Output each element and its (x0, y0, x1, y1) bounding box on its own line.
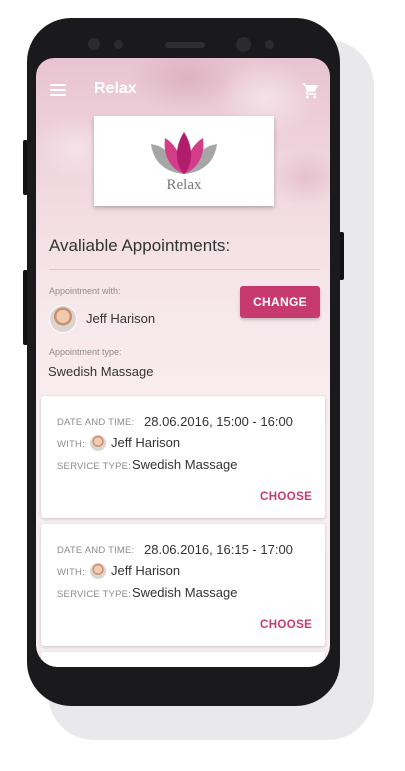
appointment-card: DATE AND TIME: 28.06.2016, 15:00 - 16:00… (41, 396, 325, 518)
date-time-value: 28.06.2016, 16:15 - 17:00 (144, 542, 293, 557)
date-time-label: DATE AND TIME: (57, 417, 135, 428)
change-button[interactable]: CHANGE (240, 286, 320, 318)
divider (49, 269, 320, 270)
avatar (89, 562, 107, 580)
choose-button[interactable]: CHOOSE (260, 491, 312, 503)
date-time-value: 28.06.2016, 15:00 - 16:00 (144, 414, 293, 429)
choose-button[interactable]: CHOOSE (260, 619, 312, 631)
device-camera (236, 37, 251, 52)
avatar (89, 434, 107, 452)
app-title: Relax (94, 80, 137, 97)
service-type-label: SERVICE TYPE: (57, 589, 132, 600)
device-speaker (165, 42, 205, 48)
device-sensor (114, 40, 123, 49)
service-type-value: Swedish Massage (132, 457, 238, 472)
with-label: WITH: (57, 439, 85, 450)
with-value: Jeff Harison (111, 563, 181, 578)
avatar (49, 305, 77, 333)
therapist-name: Jeff Harison (86, 311, 156, 326)
shopping-cart-icon[interactable] (302, 82, 320, 100)
appointment-card-partial (41, 652, 325, 667)
hamburger-menu-icon[interactable] (50, 84, 66, 96)
appointment-with-label: Appointment with: (49, 286, 121, 296)
with-label: WITH: (57, 567, 85, 578)
with-value: Jeff Harison (111, 435, 181, 450)
service-type-value: Swedish Massage (132, 585, 238, 600)
brand-logo-card: Relax (94, 116, 274, 206)
service-type-label: SERVICE TYPE: (57, 461, 132, 472)
lotus-flower-icon (151, 132, 217, 174)
app-screen: Relax Relax Avaliable Appointments: Appo… (36, 58, 330, 667)
appointment-type-value: Swedish Massage (48, 364, 154, 379)
app-bar: Relax (36, 74, 330, 104)
section-title: Avaliable Appointments: (49, 236, 231, 255)
date-time-label: DATE AND TIME: (57, 545, 135, 556)
appointment-type-label: Appointment type: (49, 347, 122, 357)
device-sensor (88, 38, 100, 50)
device-sensor (265, 40, 274, 49)
appointment-card: DATE AND TIME: 28.06.2016, 16:15 - 17:00… (41, 524, 325, 646)
brand-logo-text: Relax (166, 177, 202, 193)
